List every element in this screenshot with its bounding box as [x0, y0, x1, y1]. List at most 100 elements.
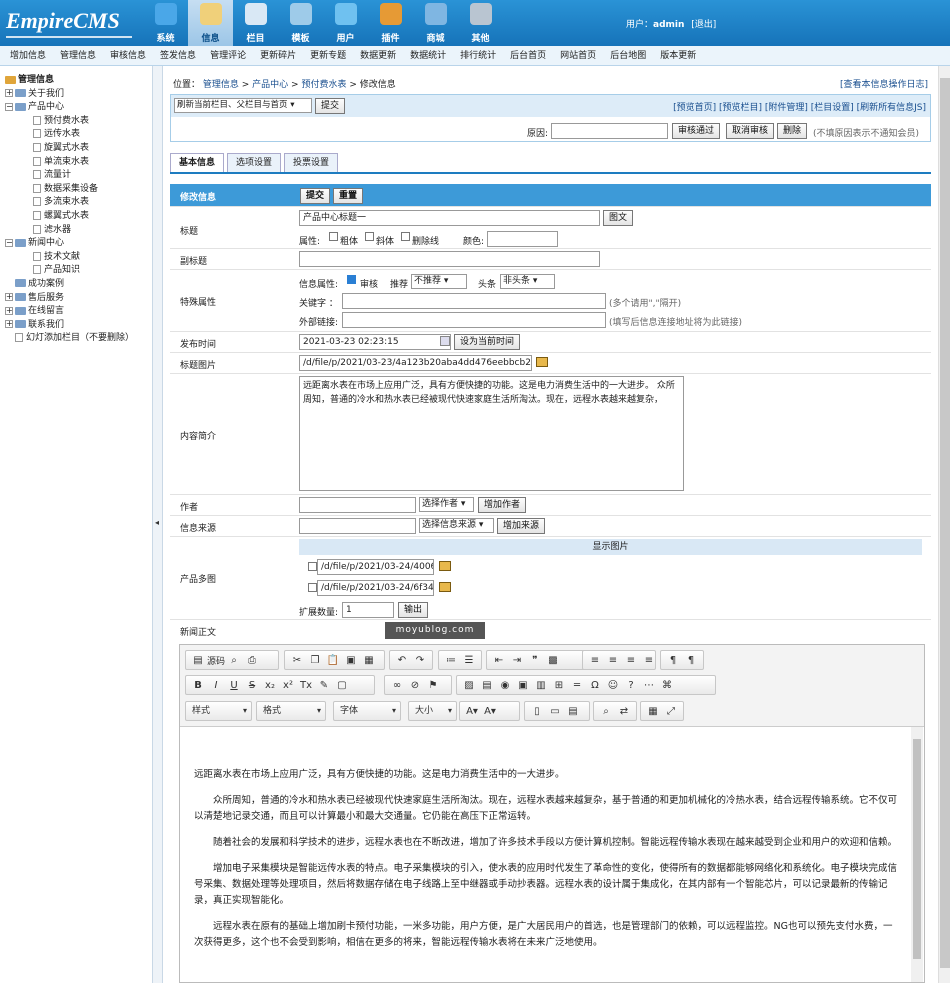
tree-item[interactable]: + 关于我们	[5, 88, 152, 102]
image-select-icon[interactable]	[439, 582, 451, 592]
special-char-icon[interactable]: Ω	[586, 680, 604, 691]
title-input[interactable]: 产品中心标题一	[299, 210, 600, 226]
sub-nav-item[interactable]: 签发信息	[160, 46, 196, 65]
sub-nav-item[interactable]: 管理信息	[60, 46, 96, 65]
empirecms-logo[interactable]: EmpireCMS	[6, 8, 120, 34]
main-nav-item-4[interactable]: 用户	[323, 0, 368, 46]
logout-link[interactable]: [退出]	[691, 20, 716, 30]
page-scrollbar[interactable]	[938, 66, 950, 983]
sub-nav-item[interactable]: 后台首页	[510, 46, 546, 65]
code-icon[interactable]: ⌘	[658, 680, 676, 691]
main-nav-item-7[interactable]: 其他	[458, 0, 503, 46]
output-button[interactable]: 输出	[398, 602, 429, 618]
multi-upload-icon[interactable]: ▥	[532, 680, 550, 691]
author-input[interactable]	[299, 497, 416, 513]
maximize-doc-icon[interactable]: ▯	[528, 706, 546, 717]
tree-item[interactable]: 技术文献	[5, 251, 152, 265]
blockquote-icon[interactable]: ❞	[526, 655, 544, 666]
fullscreen-icon[interactable]: ⤢	[662, 706, 680, 717]
sub-nav-item[interactable]: 数据更新	[360, 46, 396, 65]
table-icon[interactable]: ⊞	[550, 680, 568, 691]
tree-item[interactable]: 螺翼式水表	[5, 210, 152, 224]
font-combo[interactable]: 字体	[333, 701, 401, 721]
intro-textarea[interactable]: 远距离水表在市场上应用广泛，具有方便快捷的功能。这是电力消费生活中的一大进步。 …	[299, 376, 684, 491]
outdent-icon[interactable]: ⇤	[490, 655, 508, 666]
main-nav-item-3[interactable]: 模板	[278, 0, 323, 46]
tab-options[interactable]: 选项设置	[227, 153, 282, 172]
form-reset-button[interactable]: 重置	[333, 188, 364, 204]
italic-checkbox[interactable]	[365, 232, 374, 241]
source-icon[interactable]: ▤	[189, 655, 207, 666]
sub-nav-item[interactable]: 版本更新	[660, 46, 696, 65]
tree-item[interactable]: 产品知识	[5, 264, 152, 278]
pic2-input[interactable]: /d/file/p/2021/03-24/6f34e	[317, 580, 434, 596]
new-page-icon[interactable]: ▭	[546, 706, 564, 717]
cancel-review-button[interactable]: 取消审核	[726, 123, 775, 139]
tree-item[interactable]: + 售后服务	[5, 292, 152, 306]
paste-icon[interactable]: 📋	[324, 655, 342, 666]
sub-nav-item[interactable]: 更新专题	[310, 46, 346, 65]
main-nav-item-2[interactable]: 栏目	[233, 0, 278, 46]
delete-button[interactable]: 删除	[777, 123, 808, 139]
print-icon[interactable]: ⎙	[243, 655, 261, 666]
reason-input[interactable]	[551, 123, 668, 139]
redo-icon[interactable]: ↷	[411, 655, 429, 666]
page-break-icon[interactable]: ⋯	[640, 680, 658, 691]
main-nav-item-5[interactable]: 插件	[368, 0, 413, 46]
div-container-icon[interactable]: ▩	[544, 655, 562, 666]
format-combo[interactable]: 格式	[256, 701, 326, 721]
pic1-input[interactable]: /d/file/p/2021/03-24/40067	[317, 559, 434, 575]
tree-item[interactable]: 幻灯添加栏目（不要删除）	[5, 332, 152, 346]
calendar-icon[interactable]	[440, 336, 450, 346]
horizontal-rule-icon[interactable]: ═	[568, 680, 586, 691]
align-right-icon[interactable]: ≡	[622, 655, 640, 666]
sub-nav-item[interactable]: 审核信息	[110, 46, 146, 65]
color-input[interactable]	[487, 231, 558, 247]
tree-item[interactable]: 成功案例	[5, 278, 152, 292]
tree-item[interactable]: 流量计	[5, 169, 152, 183]
pic2-checkbox[interactable]	[308, 583, 317, 592]
bg-color-icon[interactable]: A▾	[481, 706, 499, 717]
link-icon[interactable]: ∞	[388, 680, 406, 691]
extend-count-input[interactable]: 1	[342, 602, 394, 618]
tab-basic[interactable]: 基本信息	[170, 153, 225, 172]
author-select[interactable]: 选择作者 ▾	[419, 497, 474, 512]
headline-select[interactable]: 非头条 ▾	[500, 274, 555, 289]
tree-item[interactable]: 预付费水表	[5, 115, 152, 129]
strikethrough-icon[interactable]: S	[243, 680, 261, 691]
expand-icon[interactable]: +	[5, 89, 13, 98]
image-select-icon[interactable]	[536, 357, 548, 367]
help-icon[interactable]: ?	[622, 680, 640, 691]
justify-icon[interactable]: ≡	[640, 655, 658, 666]
cut-icon[interactable]: ✂	[288, 655, 306, 666]
breadcrumb-item-1[interactable]: 管理信息	[203, 80, 239, 90]
unlink-icon[interactable]: ⊘	[406, 680, 424, 691]
image-icon[interactable]: ▨	[460, 680, 478, 691]
style-combo[interactable]: 样式	[185, 701, 252, 721]
undo-icon[interactable]: ↶	[393, 655, 411, 666]
source-select[interactable]: 选择信息来源 ▾	[419, 518, 494, 533]
tree-item[interactable]: 多流束水表	[5, 196, 152, 210]
find-icon[interactable]: ⌕	[597, 706, 615, 717]
bold-icon[interactable]: B	[189, 680, 207, 691]
sub-nav-item[interactable]: 后台地图	[610, 46, 646, 65]
editor-scrollbar[interactable]	[911, 727, 923, 982]
keyword-input[interactable]	[342, 293, 606, 309]
sub-nav-item[interactable]: 网站首页	[560, 46, 596, 65]
breadcrumb-item-2[interactable]: 产品中心	[252, 80, 288, 90]
bullet-list-icon[interactable]: ☰	[460, 655, 478, 666]
recommend-select[interactable]: 不推荐 ▾	[411, 274, 467, 289]
main-nav-item-0[interactable]: 系统	[143, 0, 188, 46]
flash-icon[interactable]: ▤	[478, 680, 496, 691]
tree-item[interactable]: 旋翼式水表	[5, 142, 152, 156]
tree-item[interactable]: 单流束水表	[5, 156, 152, 170]
align-left-icon[interactable]: ≡	[586, 655, 604, 666]
strike-checkbox[interactable]	[401, 232, 410, 241]
image-select-icon[interactable]	[439, 561, 451, 571]
preview-icon[interactable]: ⌕	[225, 655, 243, 666]
file-icon[interactable]: ▣	[514, 680, 532, 691]
anchor-icon[interactable]: ⚑	[424, 680, 442, 691]
size-combo[interactable]: 大小	[408, 701, 457, 721]
expand-icon[interactable]: +	[5, 320, 13, 329]
show-blocks-icon[interactable]: ▦	[644, 706, 662, 717]
